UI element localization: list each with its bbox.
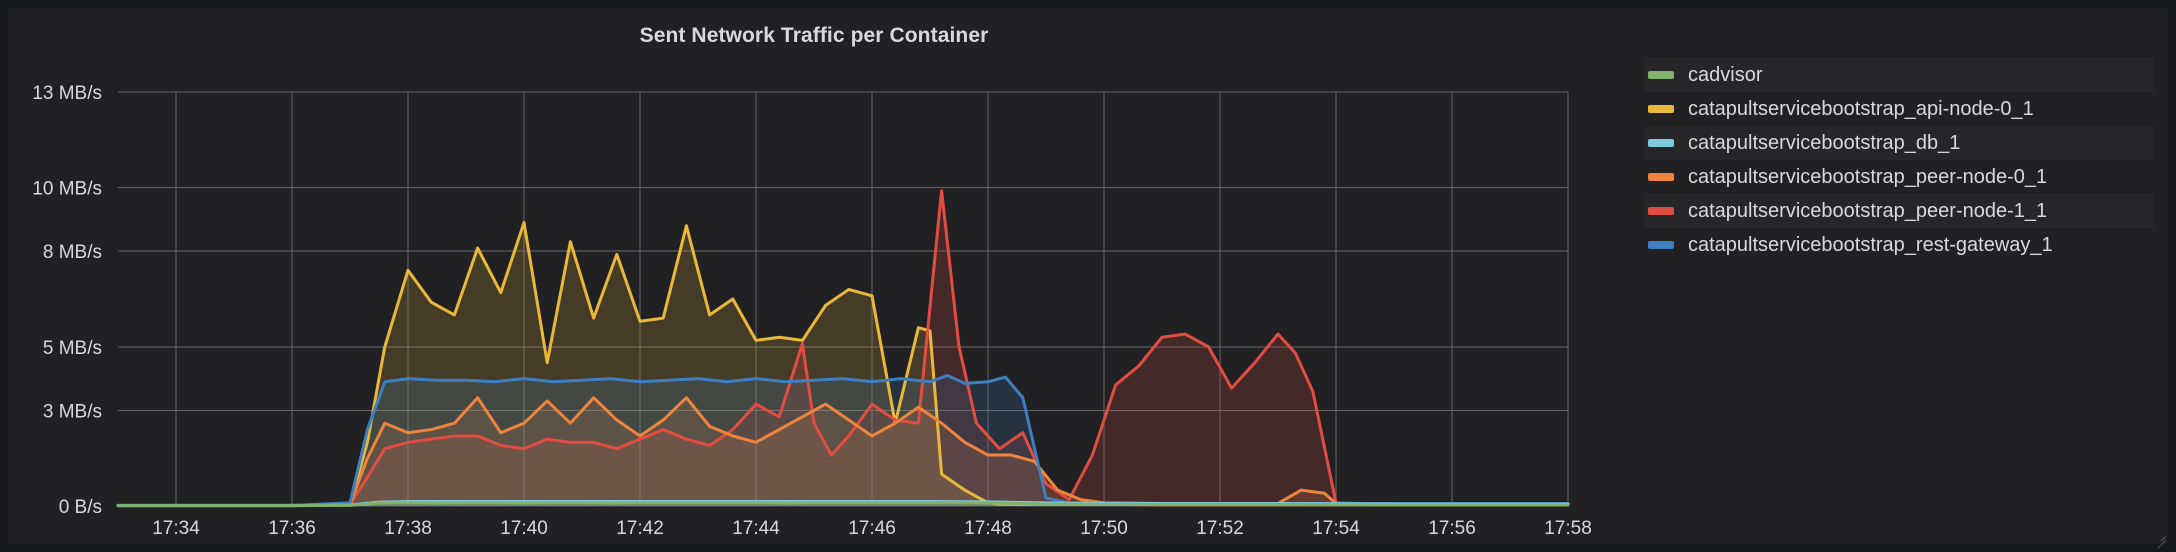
y-axis-tick-label: 3 MB/s: [43, 401, 102, 422]
x-axis-tick-label: 17:56: [1428, 518, 1476, 539]
legend-item-label: catapultservicebootstrap_peer-node-0_1: [1688, 165, 2048, 188]
y-axis-tick-label: 5 MB/s: [43, 338, 102, 359]
legend-item[interactable]: catapultservicebootstrap_api-node-0_1: [1644, 92, 2154, 126]
graph-panel: Sent Network Traffic per Container 0 B/s…: [8, 8, 2168, 549]
resize-handle-icon[interactable]: [2154, 530, 2166, 549]
x-axis-tick-label: 17:58: [1544, 518, 1592, 539]
x-axis-tick-label: 17:48: [964, 518, 1012, 539]
legend-item-label: catapultservicebootstrap_peer-node-1_1: [1688, 199, 2048, 222]
legend-item-label: catapultservicebootstrap_api-node-0_1: [1688, 97, 2034, 120]
legend-color-swatch[interactable]: [1648, 71, 1674, 79]
x-axis-tick-label: 17:52: [1196, 518, 1244, 539]
y-axis-tick-label: 8 MB/s: [43, 242, 102, 263]
plot-svg: 0 B/s 3 MB/s 5 MB/s 8 MB/s 10 MB/s 13 MB/s 17:…: [32, 83, 1592, 539]
plot-area[interactable]: 0 B/s 3 MB/s 5 MB/s 8 MB/s 10 MB/s 13 MB/s 17:…: [8, 8, 1628, 544]
x-axis-tick-label: 17:54: [1312, 518, 1360, 539]
y-axis-tick-label: 0 B/s: [59, 497, 102, 518]
x-axis-tick-label: 17:42: [616, 518, 664, 539]
legend-item[interactable]: catapultservicebootstrap_db_1: [1644, 126, 2154, 160]
legend-color-swatch[interactable]: [1648, 105, 1674, 113]
x-axis-tick-label: 17:44: [732, 518, 780, 539]
legend-item-label: cadvisor: [1688, 63, 1763, 86]
legend-color-swatch[interactable]: [1648, 139, 1674, 147]
y-axis-tick-label: 13 MB/s: [32, 83, 102, 104]
legend-item[interactable]: catapultservicebootstrap_peer-node-0_1: [1644, 160, 2154, 194]
y-axis-tick-label: 10 MB/s: [32, 179, 102, 200]
legend-color-swatch[interactable]: [1648, 173, 1674, 181]
x-axis-tick-label: 17:46: [848, 518, 896, 539]
x-axis-tick-label: 17:38: [384, 518, 432, 539]
legend-item[interactable]: cadvisor: [1644, 58, 2154, 92]
x-axis-tick-label: 17:50: [1080, 518, 1128, 539]
legend[interactable]: cadvisor catapultservicebootstrap_api-nod…: [1644, 58, 2154, 262]
legend-item[interactable]: catapultservicebootstrap_peer-node-1_1: [1644, 194, 2154, 228]
x-axis-tick-label: 17:40: [500, 518, 548, 539]
x-axis-tick-label: 17:34: [152, 518, 200, 539]
legend-item-label: catapultservicebootstrap_db_1: [1688, 131, 1961, 154]
legend-item-label: catapultservicebootstrap_rest-gateway_1: [1688, 233, 2053, 256]
x-axis-tick-label: 17:36: [268, 518, 316, 539]
legend-item[interactable]: catapultservicebootstrap_rest-gateway_1: [1644, 228, 2154, 262]
legend-color-swatch[interactable]: [1648, 241, 1674, 249]
legend-color-swatch[interactable]: [1648, 207, 1674, 215]
